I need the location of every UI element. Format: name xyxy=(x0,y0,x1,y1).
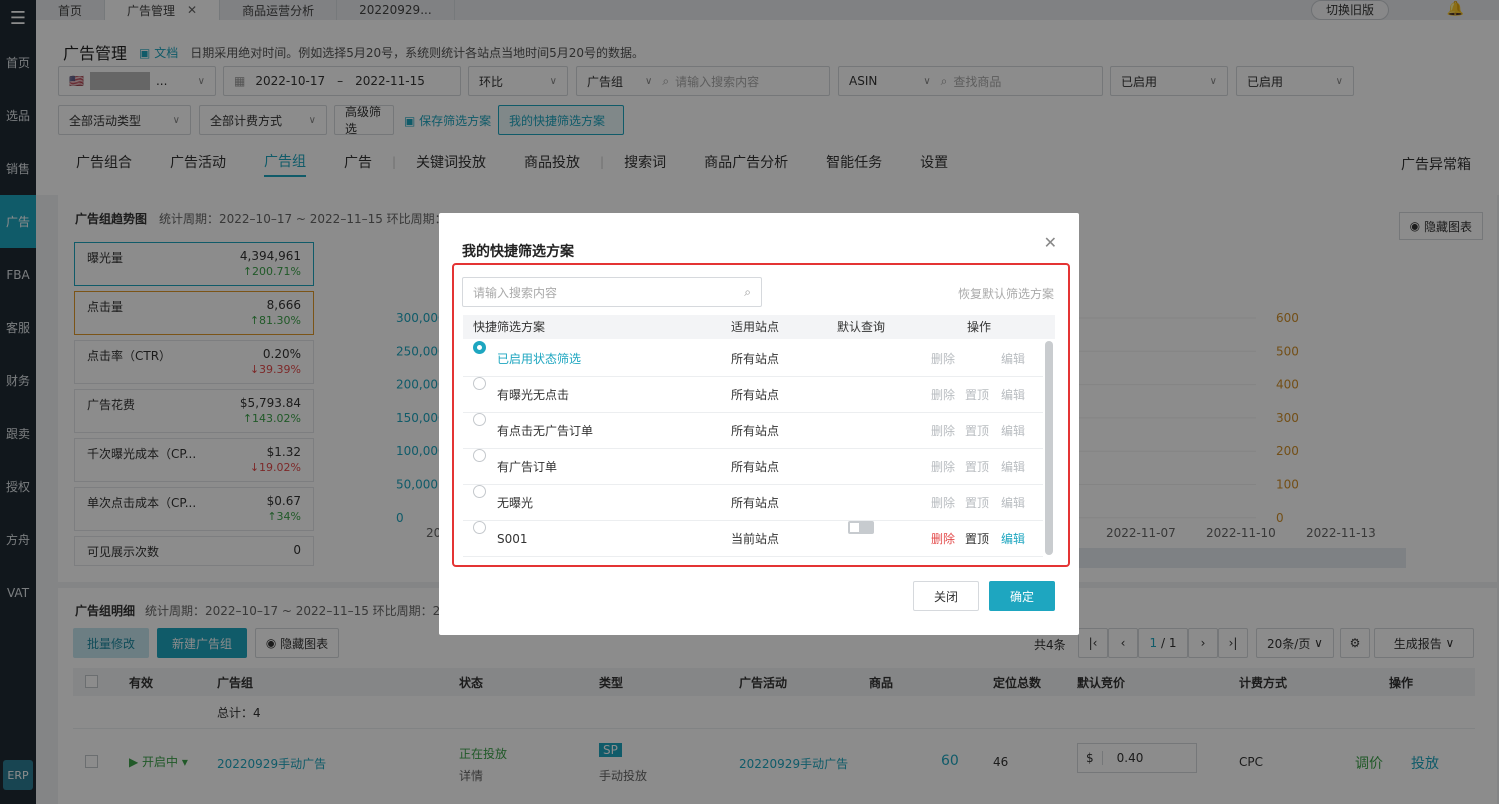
filter-scheme-row[interactable]: 有点击无广告订单 所有站点 删除 置顶 编辑 xyxy=(463,413,1043,449)
filter-scheme-row[interactable]: 有曝光无点击 所有站点 删除 置顶 编辑 xyxy=(463,377,1043,413)
scheme-name: 已启用状态筛选 xyxy=(497,352,582,366)
scheme-radio[interactable] xyxy=(473,449,486,462)
scheme-op-delete-link[interactable]: 删除 xyxy=(931,377,955,413)
scheme-radio[interactable] xyxy=(473,521,486,534)
scheme-name: 有点击无广告订单 xyxy=(497,424,594,438)
col-default: 默认查询 xyxy=(837,320,886,334)
scheme-op-delete-link[interactable]: 删除 xyxy=(931,413,955,449)
close-icon[interactable]: ✕ xyxy=(1044,233,1057,252)
scheme-op-edit-link[interactable]: 编辑 xyxy=(1001,521,1025,557)
scheme-op-pin-link[interactable]: 置顶 xyxy=(965,521,989,557)
scheme-name: S001 xyxy=(497,532,528,546)
filter-scheme-row[interactable]: 已启用状态筛选 所有站点 删除 编辑 xyxy=(463,341,1043,377)
col-ops: 操作 xyxy=(967,320,992,334)
search-icon: ⌕ xyxy=(744,284,751,299)
col-scheme: 快捷筛选方案 xyxy=(473,320,546,334)
scheme-op-edit-link[interactable]: 编辑 xyxy=(1001,377,1025,413)
filter-scheme-row[interactable]: S001 当前站点 删除 置顶 编辑 xyxy=(463,521,1043,557)
scheme-op-delete-link[interactable]: 删除 xyxy=(931,449,955,485)
scheme-name: 无曝光 xyxy=(497,496,534,510)
filter-scheme-row[interactable]: 有广告订单 所有站点 删除 置顶 编辑 xyxy=(463,449,1043,485)
modal-title: 我的快捷筛选方案 xyxy=(462,244,574,260)
modal-confirm-button[interactable]: 确定 xyxy=(989,581,1055,611)
scheme-site: 所有站点 xyxy=(731,424,780,438)
filter-scheme-row[interactable]: 无曝光 所有站点 删除 置顶 编辑 xyxy=(463,485,1043,521)
scheme-name: 有曝光无点击 xyxy=(497,388,570,402)
modal-search-input[interactable]: 请输入搜索内容 ⌕ xyxy=(462,277,762,307)
col-site: 适用站点 xyxy=(731,320,780,334)
scheme-op-pin-link[interactable]: 置顶 xyxy=(965,485,989,521)
scheme-op-pin-link[interactable]: 置顶 xyxy=(965,377,989,413)
modal-table-header: 快捷筛选方案 适用站点 默认查询 操作 xyxy=(463,315,1055,339)
scheme-radio[interactable] xyxy=(473,413,486,426)
scheme-radio[interactable] xyxy=(473,485,486,498)
modal-close-button[interactable]: 关闭 xyxy=(913,581,979,611)
scheme-op-pin-link[interactable]: 置顶 xyxy=(965,449,989,485)
scheme-op-edit-link[interactable]: 编辑 xyxy=(1001,413,1025,449)
scrollbar[interactable] xyxy=(1045,341,1053,555)
quick-filter-modal: 我的快捷筛选方案 ✕ 请输入搜索内容 ⌕ 恢复默认筛选方案 快捷筛选方案 适用站点… xyxy=(439,213,1079,635)
scheme-site: 所有站点 xyxy=(731,352,780,366)
scheme-site: 当前站点 xyxy=(731,532,780,546)
scheme-op-delete-link[interactable]: 删除 xyxy=(931,341,955,377)
scheme-radio[interactable] xyxy=(473,377,486,390)
restore-default-link[interactable]: 恢复默认筛选方案 xyxy=(958,285,1054,302)
scheme-radio[interactable] xyxy=(473,341,486,354)
default-query-toggle[interactable] xyxy=(848,521,874,534)
scheme-site: 所有站点 xyxy=(731,460,780,474)
scheme-name: 有广告订单 xyxy=(497,460,558,474)
scheme-op-edit-link[interactable]: 编辑 xyxy=(1001,449,1025,485)
scheme-op-delete-link[interactable]: 删除 xyxy=(931,521,955,557)
scheme-site: 所有站点 xyxy=(731,388,780,402)
scheme-op-edit-link[interactable]: 编辑 xyxy=(1001,485,1025,521)
scheme-op-pin-link[interactable]: 置顶 xyxy=(965,413,989,449)
search-placeholder: 请输入搜索内容 xyxy=(473,285,558,300)
scheme-site: 所有站点 xyxy=(731,496,780,510)
scheme-op-delete-link[interactable]: 删除 xyxy=(931,485,955,521)
scheme-op-edit-link[interactable]: 编辑 xyxy=(1001,341,1025,377)
